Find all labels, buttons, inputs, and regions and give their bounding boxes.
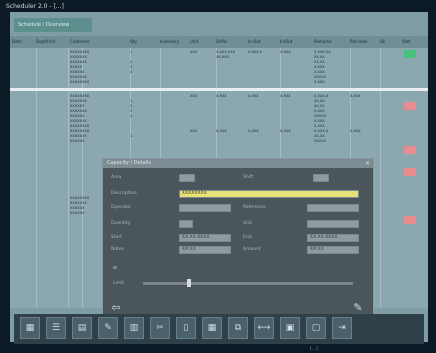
column-header[interactable]: Inventory (160, 36, 188, 48)
label-description: Description (111, 191, 137, 196)
label-notes: Notes (111, 247, 124, 252)
quantity-field[interactable] (179, 220, 193, 228)
status-badge[interactable] (404, 146, 416, 154)
dialog-title: Capacity / Details (103, 159, 373, 168)
column-header[interactable]: Remarks (314, 36, 348, 48)
column-divider (36, 48, 37, 308)
back-icon[interactable]: ⇦ (109, 301, 123, 315)
table-cell: XXXXX (314, 139, 326, 143)
table-cell: XXXXXX (70, 139, 85, 143)
status-badge[interactable] (404, 168, 416, 176)
column-header[interactable]: Stat (402, 36, 426, 48)
tab-schedule[interactable]: Schedule / Overview (14, 18, 92, 32)
column-header[interactable]: In-Out (248, 36, 278, 48)
status-text: [...] (310, 347, 318, 352)
status-badge[interactable] (404, 50, 416, 58)
chart-icon[interactable]: ▤ (72, 317, 92, 339)
column-header[interactable]: Qty (130, 36, 158, 48)
column-header[interactable]: Ref.code (350, 36, 378, 48)
column-header[interactable]: Ok (380, 36, 400, 48)
column-header[interactable]: In/Out (280, 36, 312, 48)
window-title: Scheduler 2.0 - [...] (6, 3, 64, 10)
print-icon[interactable]: ▣ (280, 317, 300, 339)
level-indicator (113, 266, 117, 269)
exit-icon[interactable]: ⇥ (332, 317, 352, 339)
shift-field[interactable] (313, 174, 329, 182)
table-cell: XXXXXXXX (70, 80, 90, 84)
start-date-field[interactable]: XX.XX.XXXX (179, 234, 231, 242)
scissors-icon[interactable]: ✂ (150, 317, 170, 339)
label-end: End (243, 235, 252, 240)
calendar-icon[interactable]: ▦ (20, 317, 40, 339)
column-header[interactable]: Date (12, 36, 34, 48)
status-badge[interactable] (404, 216, 416, 224)
area-field[interactable] (179, 174, 195, 182)
dialog-close-button[interactable]: × (364, 160, 371, 167)
app-window: Schedule / Overview Date Dept/Unit Custome… (10, 12, 428, 342)
column-divider (68, 48, 69, 308)
reference-field[interactable] (307, 204, 359, 212)
table-row[interactable]: XXXXXX XXXXX (10, 139, 428, 144)
label-quantity: Quantity (111, 221, 131, 226)
end-date-field[interactable]: XX.XX.XXXX (307, 234, 359, 242)
label-unit: Unit (243, 221, 253, 226)
label-reference: Reference (243, 205, 266, 210)
unit-field[interactable] (307, 220, 359, 228)
column-header[interactable]: Shifts (216, 36, 246, 48)
column-header[interactable]: Dept/Unit (36, 36, 68, 48)
column-header[interactable]: Unit (190, 36, 214, 48)
limit-slider-knob[interactable] (187, 279, 192, 287)
edit-icon[interactable]: ✎ (98, 317, 118, 339)
bottom-toolbar: ▦ ☰ ▤ ✎ ▥ ✂ ▯ ▦ ⧉ ⟷ ▣ ▢ ⇥ (14, 314, 424, 344)
table-row[interactable]: XXXXXXXX X,XXX (10, 80, 428, 85)
save-icon[interactable]: ▢ (306, 317, 326, 339)
grid-icon[interactable]: ▥ (124, 317, 144, 339)
label-operator: Operator (111, 205, 132, 210)
label-amount: Amount (243, 247, 261, 252)
list-icon[interactable]: ☰ (46, 317, 66, 339)
edit-icon[interactable]: ✎ (351, 301, 365, 315)
label-shift: Shift (243, 175, 254, 180)
label-area: Area (111, 175, 122, 180)
column-divider (380, 48, 381, 308)
label-limit: Limit (113, 281, 125, 286)
status-badge[interactable] (404, 102, 416, 110)
description-field[interactable]: XXXXXXXX (179, 190, 359, 198)
table-icon[interactable]: ▦ (202, 317, 222, 339)
column-header[interactable]: Customer (70, 36, 126, 48)
details-dialog: Capacity / Details × Area Shift Descript… (102, 158, 374, 324)
end-time-field[interactable]: XX:XX (307, 246, 359, 254)
limit-slider-track[interactable] (143, 282, 353, 285)
document-icon[interactable]: ▯ (176, 317, 196, 339)
link-icon[interactable]: ⟷ (254, 317, 274, 339)
group-separator (10, 88, 428, 91)
start-time-field[interactable]: XX:XX (179, 246, 231, 254)
operator-field[interactable] (179, 204, 231, 212)
table-cell: X,XXX (314, 80, 325, 84)
table-header: Date Dept/Unit Customer Qty Inventory Unit Shi… (10, 36, 428, 48)
label-start: Start (111, 235, 122, 240)
column-divider (82, 48, 83, 308)
copy-icon[interactable]: ⧉ (228, 317, 248, 339)
